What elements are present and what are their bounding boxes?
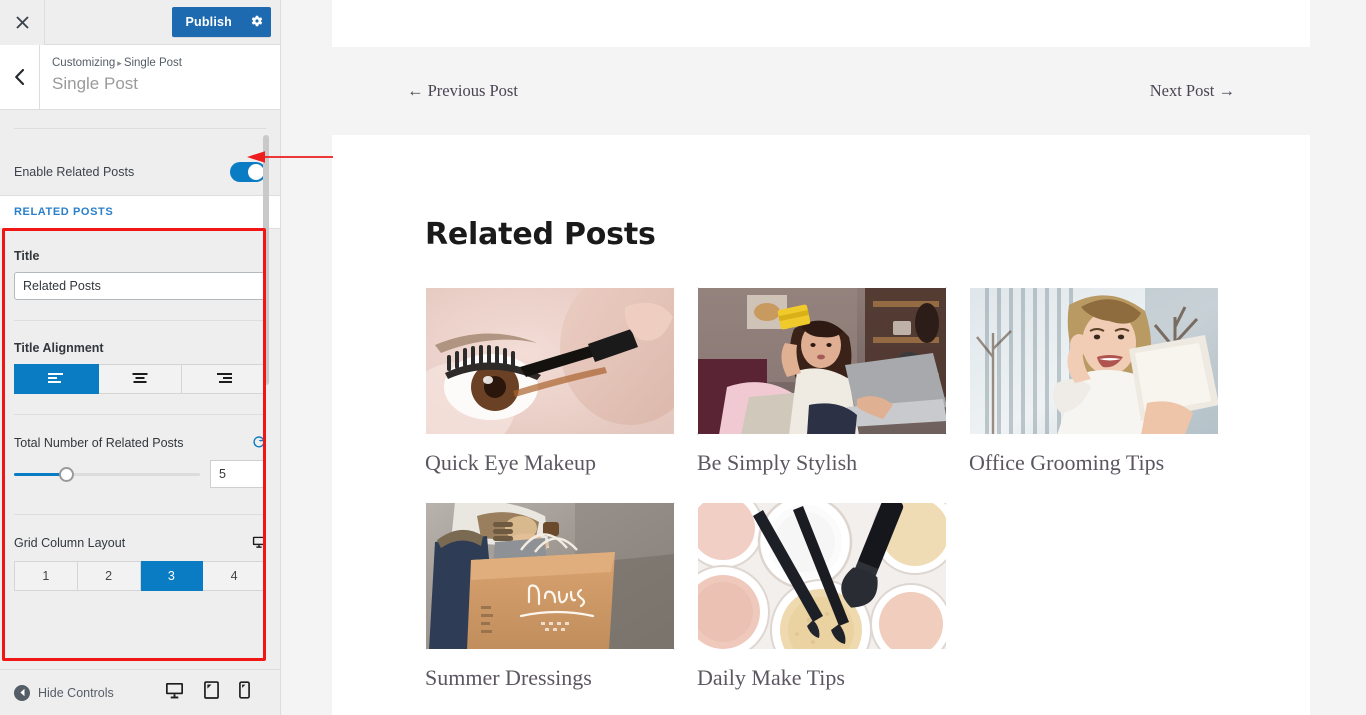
- shopping-bags-henry-photo: [425, 502, 675, 650]
- related-post-title[interactable]: Be Simply Stylish: [697, 449, 947, 477]
- customizer-screen: Publish Customizing▸Single Post Single: [0, 0, 1366, 715]
- next-post-link[interactable]: Next Post →: [1150, 81, 1235, 101]
- publish-button[interactable]: Publish: [172, 7, 242, 37]
- breadcrumb-separator-icon: ▸: [117, 58, 122, 68]
- total-related-posts-slider[interactable]: [14, 466, 200, 482]
- related-post-title[interactable]: Daily Make Tips: [697, 664, 947, 692]
- related-post-card[interactable]: Office Grooming Tips: [969, 287, 1219, 477]
- chevron-left-icon[interactable]: [0, 45, 40, 109]
- title-alignment-button-group: [14, 364, 267, 394]
- hide-controls-button[interactable]: Hide Controls: [14, 684, 114, 701]
- related-post-card[interactable]: Daily Make Tips: [697, 502, 947, 692]
- related-posts-section: Related Posts Quick Eye Makeup Be Simply…: [332, 135, 1310, 715]
- customizer-sidebar: Publish Customizing▸Single Post Single: [0, 0, 281, 715]
- grid-column-layout-label-row: Grid Column Layout: [14, 535, 266, 552]
- related-posts-grid: Quick Eye Makeup Be Simply Stylish Offic…: [332, 252, 1310, 692]
- grid-column-layout-button-group: 1 2 3 4: [14, 560, 266, 591]
- enable-related-posts-control: Enable Related Posts: [0, 129, 280, 195]
- related-posts-section-header[interactable]: RELATED POSTS: [0, 195, 280, 229]
- panel-body: Enable Related Posts RELATED POSTS Title…: [0, 110, 280, 669]
- related-post-card[interactable]: Quick Eye Makeup: [425, 287, 675, 477]
- total-related-posts-control: Total Number of Related Posts: [14, 415, 266, 488]
- grid-columns-option-2[interactable]: 2: [77, 560, 141, 591]
- grid-columns-option-3[interactable]: 3: [140, 560, 204, 591]
- total-related-posts-label-row: Total Number of Related Posts: [14, 435, 266, 451]
- related-post-title[interactable]: Office Grooming Tips: [969, 449, 1219, 477]
- collapse-left-icon: [14, 684, 30, 701]
- hide-controls-label: Hide Controls: [38, 685, 114, 700]
- device-preview-buttons: [165, 681, 266, 704]
- desktop-icon[interactable]: [165, 682, 184, 704]
- preview-top-spacer: [332, 0, 1310, 47]
- total-related-posts-slider-row: [14, 460, 266, 488]
- desktop-icon[interactable]: [252, 535, 266, 552]
- title-control: Title: [14, 229, 266, 300]
- align-left-icon[interactable]: [14, 364, 99, 394]
- title-alignment-control: Title Alignment: [14, 321, 267, 394]
- total-related-posts-number-input[interactable]: [210, 460, 266, 488]
- title-alignment-label: Title Alignment: [14, 341, 104, 355]
- reset-icon[interactable]: [252, 435, 266, 451]
- grid-column-layout-label: Grid Column Layout: [14, 536, 126, 551]
- grid-column-layout-control: Grid Column Layout 1 2 3 4: [14, 515, 266, 591]
- enable-related-posts-label: Enable Related Posts: [14, 165, 135, 179]
- panel-title: Single Post: [52, 74, 138, 93]
- sidebar-scrollbar[interactable]: [263, 135, 269, 385]
- eye-mascara-closeup-photo: [425, 287, 675, 435]
- makeup-powders-brushes-photo: [697, 502, 947, 650]
- customizer-topbar: Publish: [0, 0, 280, 45]
- previous-post-link[interactable]: ← Previous Post: [407, 81, 518, 101]
- breadcrumb-root[interactable]: Customizing: [52, 57, 115, 69]
- customizer-footer: Hide Controls: [0, 669, 280, 715]
- total-related-posts-label: Total Number of Related Posts: [14, 436, 184, 450]
- related-post-title[interactable]: Quick Eye Makeup: [425, 449, 675, 477]
- grid-columns-option-1[interactable]: 1: [14, 560, 78, 591]
- tablet-icon[interactable]: [204, 681, 219, 704]
- panel-header: Customizing ▸ Single Post Single Post: [0, 45, 280, 110]
- related-post-card[interactable]: Summer Dressings: [425, 502, 675, 692]
- woman-laptop-credit-card-photo: [697, 287, 947, 435]
- align-center-icon[interactable]: [98, 364, 183, 394]
- title-control-label: Title: [14, 249, 40, 263]
- grid-columns-option-4[interactable]: 4: [203, 560, 266, 591]
- breadcrumb: Customizing ▸ Single Post: [52, 56, 182, 71]
- related-post-title[interactable]: Summer Dressings: [425, 664, 675, 692]
- mobile-icon[interactable]: [239, 681, 250, 704]
- panel-header-text: Customizing ▸ Single Post Single Post: [40, 45, 182, 109]
- toggle-knob: [248, 164, 264, 180]
- related-post-card[interactable]: Be Simply Stylish: [697, 287, 947, 477]
- enable-related-posts-toggle[interactable]: [230, 162, 266, 182]
- post-navigation: ← Previous Post Next Post →: [332, 47, 1310, 135]
- site-preview: ← Previous Post Next Post → Related Post…: [282, 0, 1366, 715]
- title-input[interactable]: [14, 272, 266, 300]
- gear-icon[interactable]: [242, 7, 271, 37]
- related-posts-heading: Related Posts: [425, 217, 656, 252]
- publish-button-group: Publish: [172, 7, 271, 37]
- slider-handle[interactable]: [59, 467, 75, 482]
- close-icon[interactable]: [0, 0, 45, 45]
- related-posts-section-body: Title Title Alignment: [0, 229, 280, 591]
- align-right-icon[interactable]: [182, 364, 267, 394]
- breadcrumb-current: Single Post: [123, 57, 182, 69]
- smiling-woman-tablet-outdoors-photo: [969, 287, 1219, 435]
